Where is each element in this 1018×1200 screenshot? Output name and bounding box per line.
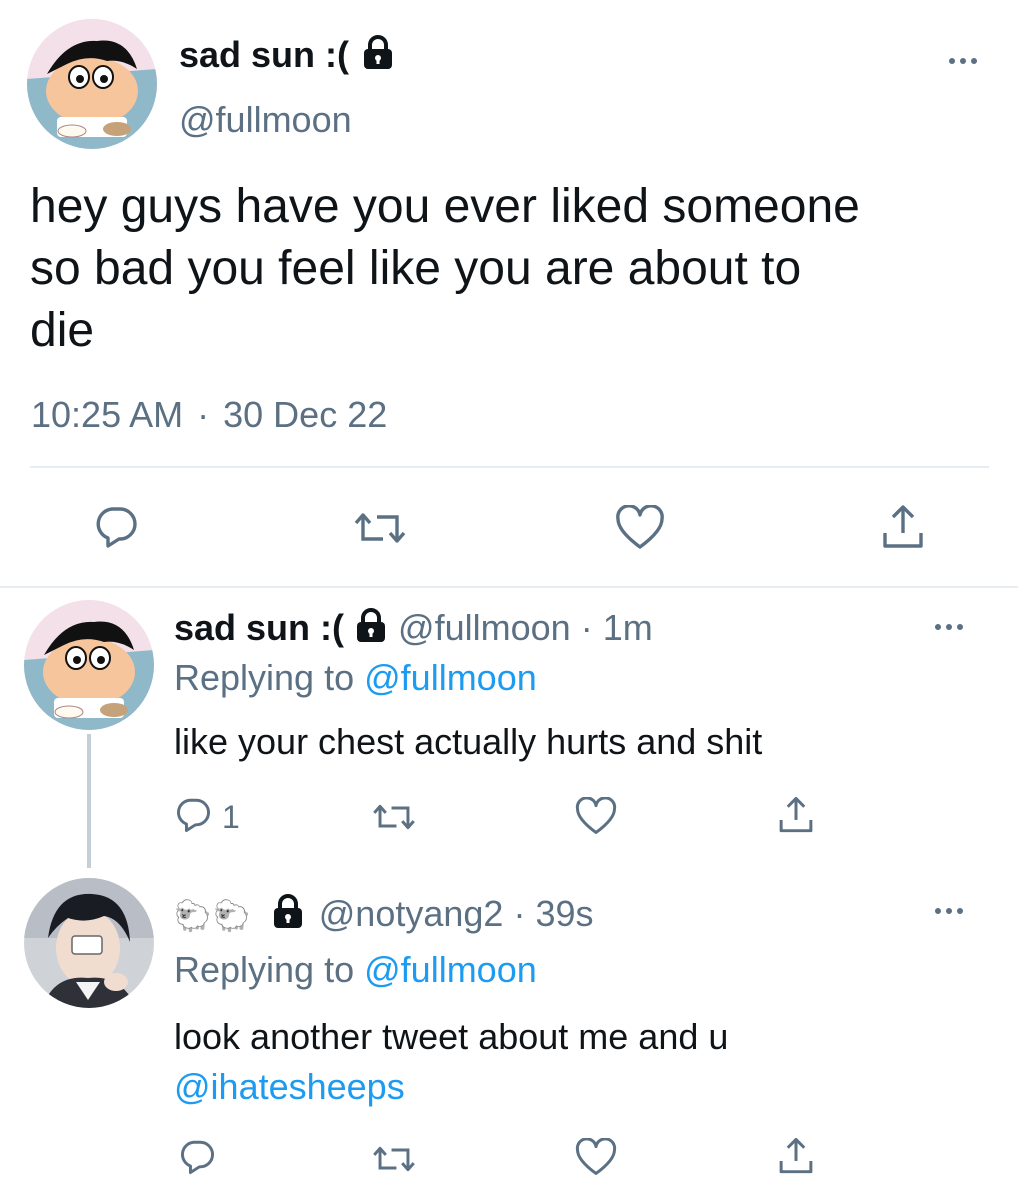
reply-age[interactable]: 1m <box>603 607 653 648</box>
reply-count: 1 <box>222 799 240 835</box>
reply-header: 🐑🐑 @notyang2 · 39s <box>174 892 594 939</box>
replying-to: Replying to @fullmoon <box>174 948 537 992</box>
replying-to-handle[interactable]: @fullmoon <box>364 657 537 698</box>
reply-display-name[interactable]: 🐑🐑 <box>174 900 253 933</box>
reply-age[interactable]: 39s <box>535 893 593 934</box>
lock-icon <box>361 34 395 80</box>
reply-icon[interactable] <box>93 505 139 549</box>
main-handle[interactable]: @fullmoon <box>179 98 352 142</box>
reply-display-name[interactable]: sad sun :( <box>174 607 344 648</box>
replying-to-prefix: Replying to <box>174 657 355 698</box>
retweet-icon[interactable] <box>352 507 408 549</box>
timestamp-separator: · <box>197 394 210 435</box>
share-icon[interactable] <box>777 1136 815 1176</box>
tweet-time[interactable]: 10:25 AM <box>31 394 183 435</box>
retweet-icon[interactable] <box>371 799 417 835</box>
lock-icon <box>271 893 305 939</box>
reply-avatar[interactable] <box>24 878 154 1008</box>
share-icon[interactable] <box>777 795 815 835</box>
reply-header: sad sun :( @fullmoon · 1m <box>174 606 653 653</box>
main-display-name[interactable]: sad sun :( <box>179 33 395 80</box>
main-display-name-text[interactable]: sad sun :( <box>179 34 349 75</box>
reply-avatar[interactable] <box>24 600 154 730</box>
divider <box>0 586 1018 588</box>
lock-icon <box>354 607 388 653</box>
reply-icon[interactable] <box>178 1139 216 1175</box>
reply-icon[interactable] <box>174 797 212 833</box>
replying-to-prefix: Replying to <box>174 949 355 990</box>
divider <box>30 466 989 468</box>
more-icon[interactable] <box>949 56 985 66</box>
more-icon[interactable] <box>935 622 971 632</box>
tweet-text-line: die <box>30 304 95 357</box>
replying-to: Replying to @fullmoon <box>174 656 537 700</box>
thread-line <box>87 734 91 868</box>
like-icon[interactable] <box>575 1138 617 1177</box>
reply-handle[interactable]: @notyang2 <box>319 893 504 934</box>
tweet-text-line: so bad you feel like you are about to <box>30 242 802 295</box>
reply-text: look another tweet about me and u @ihate… <box>174 1012 728 1112</box>
share-icon[interactable] <box>880 503 926 551</box>
reply-separator: · <box>513 893 526 934</box>
tweet-date[interactable]: 30 Dec 22 <box>223 394 387 435</box>
main-tweet-text: hey guys have you ever liked someone so … <box>30 176 860 362</box>
more-icon[interactable] <box>935 906 971 916</box>
like-icon[interactable] <box>575 797 617 836</box>
tweet-text-line: hey guys have you ever liked someone <box>30 180 860 233</box>
like-icon[interactable] <box>615 505 665 551</box>
main-timestamp[interactable]: 10:25 AM · 30 Dec 22 <box>31 393 387 437</box>
mention-link[interactable]: @ihatesheeps <box>174 1062 728 1112</box>
reply-handle[interactable]: @fullmoon <box>398 607 571 648</box>
reply-separator: · <box>580 607 593 648</box>
replying-to-handle[interactable]: @fullmoon <box>364 949 537 990</box>
reply-text-line: look another tweet about me and u <box>174 1016 729 1057</box>
retweet-icon[interactable] <box>371 1141 417 1177</box>
reply-text: like your chest actually hurts and shit <box>174 721 763 762</box>
main-avatar[interactable] <box>27 19 157 149</box>
